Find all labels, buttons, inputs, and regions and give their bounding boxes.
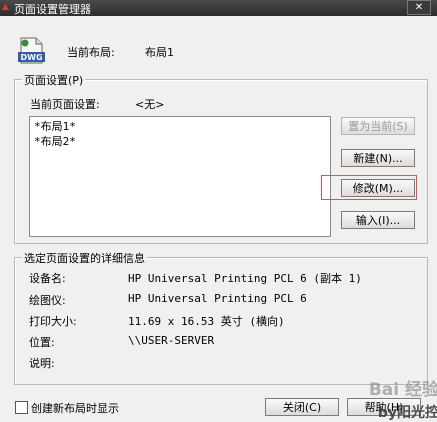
watermark-subtext: by阳光控 [377, 405, 437, 421]
show-on-new-layout-label: 创建新布局时显示 [31, 402, 119, 415]
current-page-setup-label: 当前页面设置: [30, 98, 100, 111]
page-setup-group-title: 页面设置(P) [22, 72, 86, 88]
baidu-watermark: Bai 经验 by阳光控 [339, 375, 437, 421]
modify-button[interactable]: 修改(M)... [341, 179, 415, 197]
watermark-text: Bai 经验 [368, 380, 437, 400]
details-group-title: 选定页面设置的详细信息 [22, 250, 147, 266]
plot-size-label: 打印大小: [29, 315, 77, 328]
list-item[interactable]: *布局2* [34, 135, 76, 149]
current-layout-value: 布局1 [145, 46, 174, 59]
page-setup-list[interactable]: *布局1* *布局2* [29, 116, 331, 237]
title-bar: ▲ 页面设置管理器 ✕ [0, 0, 437, 16]
new-button[interactable]: 新建(N)... [341, 149, 415, 167]
location-value: \\USER-SERVER [128, 334, 215, 347]
show-on-new-layout-checkbox[interactable] [15, 401, 28, 414]
autocad-logo-icon: ▲ [2, 2, 9, 12]
plotter-label: 绘图仪: [29, 294, 66, 307]
current-page-setup-value: <无> [135, 98, 165, 111]
import-button[interactable]: 输入(I)... [341, 211, 415, 229]
close-button[interactable]: 关闭(C) [265, 398, 339, 416]
close-window-button[interactable]: ✕ [407, 0, 431, 15]
list-item[interactable]: *布局1* [34, 120, 76, 134]
window-title: 页面设置管理器 [14, 3, 91, 16]
device-name-value: HP Universal Printing PCL 6 (副本 1) [128, 272, 362, 285]
plotter-value: HP Universal Printing PCL 6 [128, 292, 307, 305]
dwg-file-icon: DWG [18, 36, 45, 66]
set-current-button[interactable]: 置为当前(S) [341, 117, 415, 135]
current-layout-label: 当前布局: [67, 46, 115, 59]
location-label: 位置: [29, 336, 55, 349]
plot-size-value: 11.69 x 16.53 英寸 (横向) [128, 315, 285, 328]
device-name-label: 设备名: [29, 272, 66, 285]
description-label: 说明: [29, 357, 55, 370]
dwg-icon-text: DWG [20, 53, 42, 62]
